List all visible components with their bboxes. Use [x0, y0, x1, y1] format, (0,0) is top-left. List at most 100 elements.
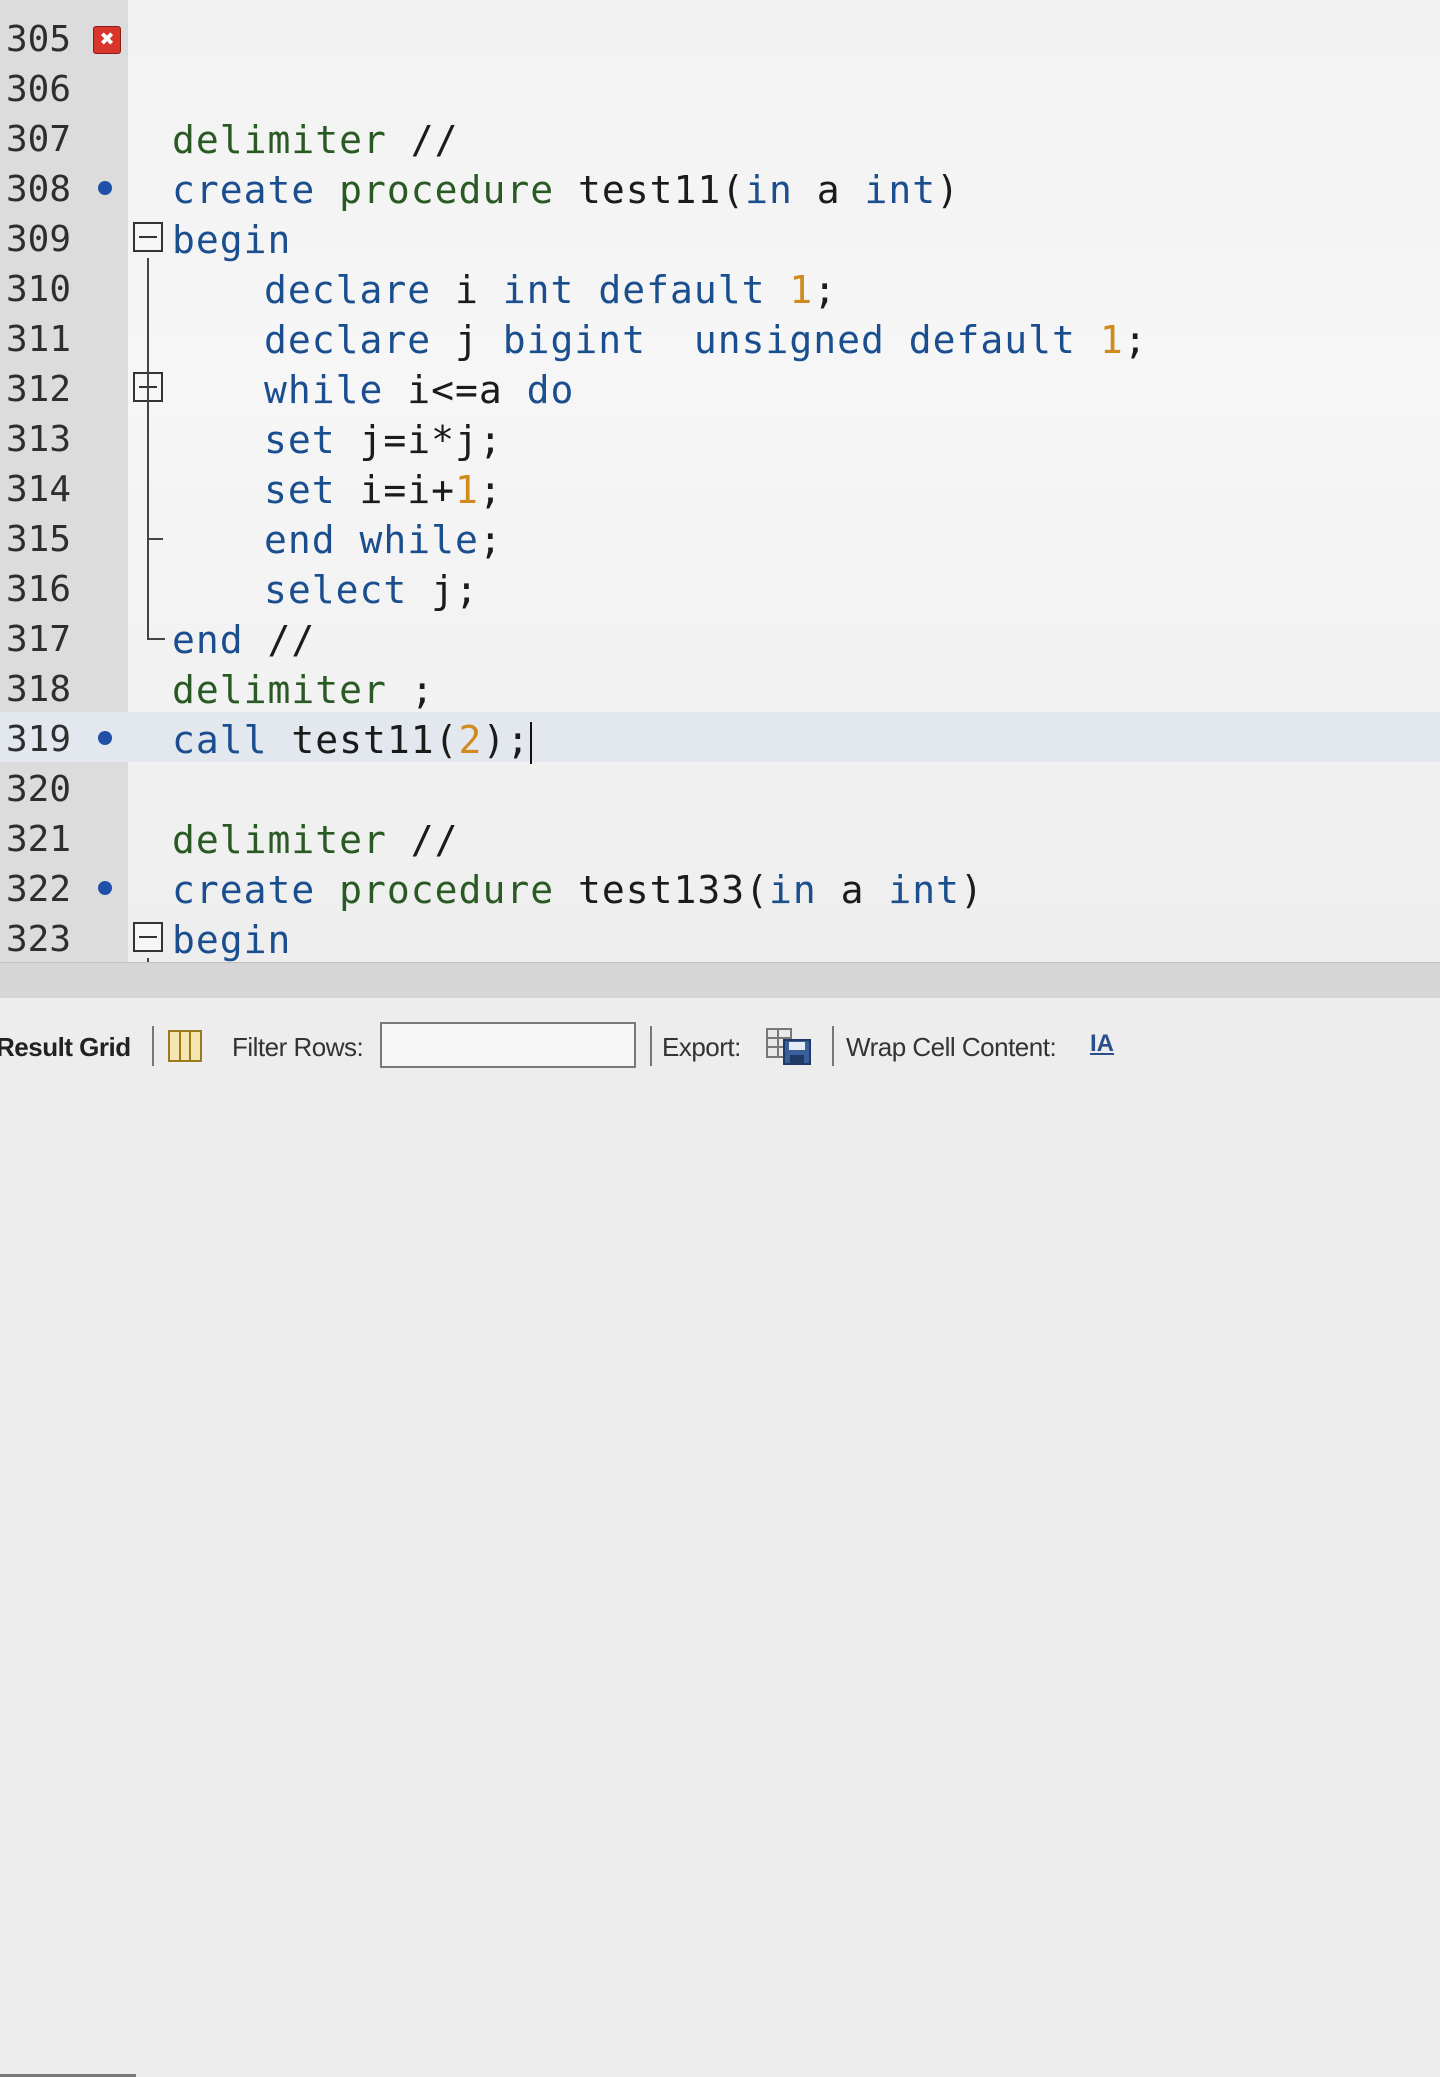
code-token: // — [386, 118, 459, 162]
code-token: // — [386, 818, 459, 862]
code-text[interactable]: delimiter // — [172, 818, 459, 862]
code-text[interactable]: create procedure test133(in a int) — [172, 868, 984, 912]
code-token: j; — [407, 568, 479, 612]
code-token: i=i+ — [335, 468, 456, 512]
code-text[interactable]: end while; — [264, 518, 503, 562]
code-text[interactable]: delimiter // — [172, 118, 459, 162]
code-line[interactable]: 313 set j=i*j; — [0, 412, 1440, 462]
line-number: 310 — [6, 269, 72, 310]
code-token: ); — [482, 718, 531, 762]
code-line[interactable]: 320 — [0, 762, 1440, 812]
code-text[interactable]: declare j bigint unsigned default 1; — [264, 318, 1148, 362]
code-line[interactable]: 311 declare j bigint unsigned default 1; — [0, 312, 1440, 362]
export-label: Export: — [662, 1032, 741, 1062]
code-text[interactable]: select j; — [264, 568, 479, 612]
line-number: 306 — [6, 69, 72, 110]
statement-marker-icon[interactable] — [98, 731, 112, 745]
code-line[interactable]: 312 while i<=a do — [0, 362, 1440, 412]
keyword-token: delimiter — [172, 818, 387, 862]
result-grid-tab[interactable]: Result Grid — [0, 1032, 131, 1063]
line-number: 322 — [6, 869, 72, 910]
code-text[interactable]: set j=i*j; — [264, 418, 503, 462]
code-token: j — [431, 318, 503, 362]
code-text[interactable]: delimiter ; — [172, 668, 435, 712]
code-line[interactable]: 314 set i=i+1; — [0, 462, 1440, 512]
panel-splitter[interactable] — [0, 962, 1440, 999]
line-number: 319 — [6, 719, 72, 760]
code-text[interactable]: call test11(2); — [172, 718, 533, 764]
code-line[interactable]: 308 create procedure test11(in a int) — [0, 162, 1440, 212]
export-save-icon[interactable] — [766, 1028, 812, 1066]
keyword-token: delimiter — [172, 118, 387, 162]
code-token: a — [792, 168, 865, 212]
line-number: 309 — [6, 219, 72, 260]
code-line[interactable]: 305 ✖ — [0, 12, 1440, 62]
keyword-token: do — [526, 368, 575, 412]
wrap-cell-icon[interactable]: IA — [1090, 1028, 1120, 1060]
code-line[interactable]: 315 end while; — [0, 512, 1440, 562]
code-token: ) — [960, 868, 984, 912]
code-line[interactable]: 323 begin — [0, 912, 1440, 962]
keyword-token: end — [264, 518, 336, 562]
keyword-token: in — [768, 868, 817, 912]
code-text[interactable]: create procedure test11(in a int) — [172, 168, 960, 212]
code-line[interactable]: 322 create procedure test133(in a int) — [0, 862, 1440, 912]
text-caret — [530, 721, 533, 764]
code-line[interactable]: 319 call test11(2); — [0, 712, 1440, 764]
sql-editor[interactable]: 305 ✖ 306 307 delimiter // 308 create procedur… — [0, 0, 1440, 962]
fold-collapse-icon[interactable] — [133, 222, 163, 252]
code-text[interactable]: set i=i+1; — [264, 468, 503, 512]
code-line[interactable]: 309 begin — [0, 212, 1440, 262]
line-number: 321 — [6, 819, 72, 860]
code-token: ; — [478, 518, 503, 562]
keyword-token: set — [264, 468, 336, 512]
statement-marker-icon[interactable] — [98, 181, 112, 195]
code-line[interactable]: 317 end // — [0, 612, 1440, 662]
code-token: test11( — [267, 718, 459, 762]
grid-layout-icon[interactable] — [168, 1030, 202, 1062]
keyword-token: call — [172, 718, 268, 762]
code-text[interactable]: begin — [172, 918, 291, 962]
line-number: 312 — [6, 369, 72, 410]
code-line[interactable]: 321 delimiter // — [0, 812, 1440, 862]
keyword-token: set — [264, 418, 336, 462]
filter-rows-input[interactable] — [380, 1022, 636, 1068]
code-line[interactable]: 306 — [0, 62, 1440, 112]
keyword-token: end — [172, 618, 244, 662]
line-number: 305 — [6, 19, 72, 60]
fold-guide-begin — [147, 258, 149, 640]
line-number: 307 — [6, 119, 72, 160]
filter-rows-label: Filter Rows: — [232, 1032, 364, 1062]
code-token: test133( — [554, 868, 769, 912]
line-number: 314 — [6, 469, 72, 510]
line-number: 308 — [6, 169, 72, 210]
line-number: 320 — [6, 769, 72, 810]
code-token: j=i*j; — [335, 418, 503, 462]
code-line[interactable]: 310 declare i int default 1; — [0, 262, 1440, 312]
statement-marker-icon[interactable] — [98, 881, 112, 895]
toolbar-separator — [832, 1026, 834, 1066]
keyword-token: unsigned — [693, 318, 885, 362]
code-line[interactable]: 318 delimiter ; — [0, 662, 1440, 712]
code-token: // — [243, 618, 316, 662]
fold-collapse-icon[interactable] — [133, 922, 163, 952]
code-text[interactable]: end // — [172, 618, 315, 662]
line-number: 315 — [6, 519, 72, 560]
error-icon[interactable]: ✖ — [93, 26, 121, 54]
code-line[interactable]: 307 delimiter // — [0, 112, 1440, 162]
code-text[interactable]: declare i int default 1; — [264, 268, 837, 312]
code-text[interactable]: while i<=a do — [264, 368, 574, 412]
fold-guide-while-end — [147, 538, 163, 540]
code-text[interactable]: begin — [172, 218, 291, 262]
code-token: i — [431, 268, 503, 312]
code-line[interactable]: 316 select j; — [0, 562, 1440, 612]
code-token: ; — [478, 468, 503, 512]
keyword-token: delimiter — [172, 668, 387, 712]
